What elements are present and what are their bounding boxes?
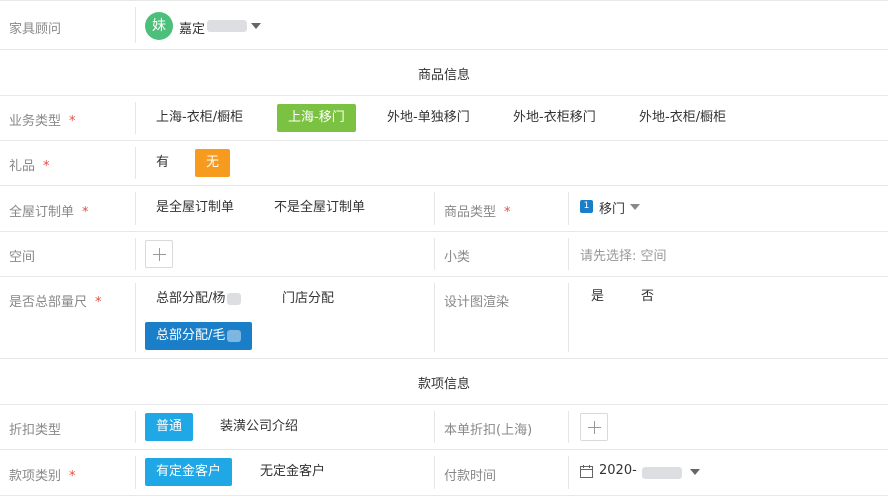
option-sh-wardrobe[interactable]: 上海-衣柜/橱柜 <box>145 104 254 132</box>
design-render-label: 设计图渲染 <box>444 295 510 310</box>
divider <box>434 411 435 443</box>
option-render-yes[interactable]: 是 <box>580 283 615 311</box>
divider <box>568 283 569 352</box>
product-type-label: 商品类型 * <box>444 205 511 220</box>
option-no-deposit-customer[interactable]: 无定金客户 <box>249 458 336 486</box>
option-remote-wardrobe-cabinet[interactable]: 外地-衣柜/橱柜 <box>628 104 737 132</box>
option-hq-yang[interactable]: 总部分配/杨 <box>145 285 252 313</box>
divider <box>434 192 435 225</box>
option-render-no[interactable]: 否 <box>630 283 665 311</box>
option-hq-mao[interactable]: 总部分配/毛 <box>145 322 253 350</box>
advisor-select[interactable]: 妹 嘉定 <box>145 12 270 40</box>
option-store-assign[interactable]: 门店分配 <box>271 285 345 313</box>
advisor-name: 嘉定 <box>179 22 206 37</box>
redacted-name <box>207 20 247 32</box>
add-discount-button[interactable] <box>580 413 608 441</box>
calendar-icon <box>580 465 593 478</box>
divider <box>135 147 136 179</box>
whole-house-label: 全屋订制单 * <box>9 205 89 220</box>
divider <box>568 192 569 225</box>
row-hq-measure: 是否总部量尺 * 总部分配/杨 门店分配 总部分配/毛 设计图渲染 是 否 <box>0 277 888 359</box>
gift-label: 礼品 * <box>9 159 50 174</box>
option-remote-wardrobe-door[interactable]: 外地-衣柜移门 <box>502 104 607 132</box>
subcategory-select[interactable]: 请先选择: 空间 <box>580 245 667 264</box>
section-product: 商品信息 <box>0 50 888 96</box>
advisor-label: 家具顾问 <box>9 22 62 37</box>
space-label: 空间 <box>9 250 36 265</box>
subcategory-label: 小类 <box>444 250 471 265</box>
payment-time-value: 2020- <box>599 463 637 478</box>
redacted-name <box>227 329 242 342</box>
option-sh-sliding-door[interactable]: 上海-移门 <box>277 104 356 132</box>
divider <box>135 102 136 134</box>
divider <box>135 456 136 489</box>
option-remote-single-door[interactable]: 外地-单独移门 <box>376 104 481 132</box>
chevron-down-icon[interactable] <box>690 469 700 475</box>
row-discount: 折扣类型 普通 装潢公司介绍 本单折扣(上海) <box>0 405 888 450</box>
payment-time-picker[interactable]: 2020- <box>580 462 710 484</box>
row-advisor: 家具顾问 妹 嘉定 <box>0 0 888 50</box>
section-title-product: 商品信息 <box>417 68 470 83</box>
row-business-type: 业务类型 * 上海-衣柜/橱柜 上海-移门 外地-单独移门 外地-衣柜移门 外地-… <box>0 96 888 141</box>
section-payment: 款项信息 <box>0 359 888 405</box>
row-space: 空间 小类 请先选择: 空间 <box>0 232 888 277</box>
chevron-down-icon[interactable] <box>251 23 261 29</box>
product-type-select[interactable]: 1 移门 <box>580 198 650 220</box>
product-type-value: 移门 <box>599 202 626 217</box>
avatar: 妹 <box>145 12 173 40</box>
divider <box>135 411 136 443</box>
payment-time-label: 付款时间 <box>444 469 497 484</box>
divider <box>434 238 435 270</box>
option-discount-normal[interactable]: 普通 <box>145 413 194 441</box>
divider <box>568 411 569 443</box>
redacted-name <box>227 292 242 305</box>
divider <box>434 283 435 352</box>
option-discount-decor-company[interactable]: 装潢公司介绍 <box>209 413 309 441</box>
row-payment-category: 款项类别 * 有定金客户 无定金客户 付款时间 2020- <box>0 450 888 496</box>
add-space-button[interactable] <box>145 240 173 268</box>
option-whole-house-no[interactable]: 不是全屋订制单 <box>263 194 376 222</box>
divider <box>434 456 435 489</box>
payment-category-label: 款项类别 * <box>9 469 76 484</box>
discount-type-label: 折扣类型 <box>9 423 62 438</box>
divider <box>568 456 569 489</box>
row-gift: 礼品 * 有 无 <box>0 141 888 186</box>
chevron-down-icon[interactable] <box>630 204 640 210</box>
hq-measure-label: 是否总部量尺 * <box>9 295 102 310</box>
option-gift-no[interactable]: 无 <box>195 149 231 177</box>
divider <box>568 238 569 270</box>
product-type-badge: 1 <box>580 200 593 213</box>
option-deposit-customer[interactable]: 有定金客户 <box>145 458 233 486</box>
divider <box>135 192 136 225</box>
option-whole-house-yes[interactable]: 是全屋订制单 <box>145 194 245 222</box>
order-discount-label: 本单折扣(上海) <box>444 423 533 438</box>
business-type-label: 业务类型 * <box>9 114 76 129</box>
option-gift-yes[interactable]: 有 <box>145 149 180 177</box>
divider <box>135 283 136 352</box>
divider <box>135 7 136 43</box>
row-whole-house: 全屋订制单 * 是全屋订制单 不是全屋订制单 商品类型 * 1 移门 <box>0 186 888 232</box>
redacted-date <box>642 467 682 479</box>
divider <box>135 238 136 270</box>
section-title-payment: 款项信息 <box>417 377 470 392</box>
